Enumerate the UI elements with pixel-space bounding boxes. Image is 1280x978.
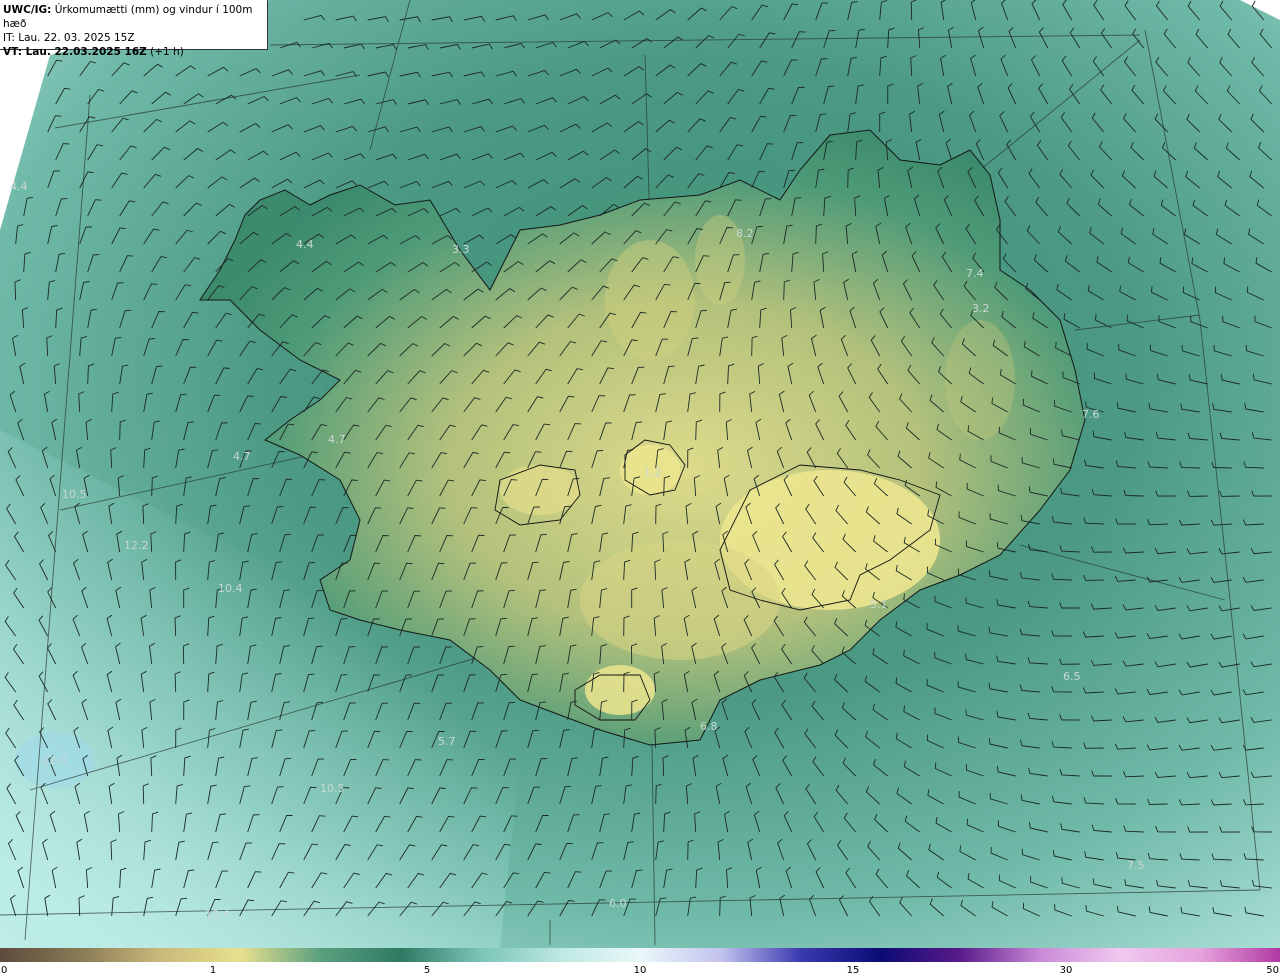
map-label: 3.3 xyxy=(452,243,470,256)
colorbar-tick: 1 xyxy=(209,965,217,976)
map-label: 12.0 xyxy=(42,754,67,767)
map-label: 5.7 xyxy=(438,735,456,748)
valid-offset: (+1 h) xyxy=(150,46,184,58)
model-name: UWC/IG: xyxy=(3,4,52,16)
map-label: 8.2 xyxy=(736,227,754,240)
colorbar-tick: 5 xyxy=(423,965,431,976)
map-label: 4.4 xyxy=(296,238,314,251)
colorbar-tick: 50 xyxy=(1266,965,1279,976)
issue-time: IT: Lau. 22. 03. 2025 15Z xyxy=(3,32,135,44)
map-label: 10.5 xyxy=(320,782,345,795)
map-label: 1.2 xyxy=(644,466,662,479)
map-label: 7.6 xyxy=(1082,408,1100,421)
map-label: 6.0 xyxy=(609,897,627,910)
map-label: 6.8 xyxy=(700,720,718,733)
colorbar-tick: 0 xyxy=(1,965,8,976)
map-label: 10.4 xyxy=(218,582,243,595)
colorbar-tick: 15 xyxy=(846,965,860,976)
map-label: 4.4 xyxy=(10,180,28,193)
colorbar-tick: 10 xyxy=(633,965,647,976)
map-label: 4.7 xyxy=(233,450,251,463)
colorbar-legend: 0 1 5 10 15 30 50 xyxy=(0,948,1280,978)
colorbar xyxy=(0,948,1280,962)
map-label: 12.2 xyxy=(124,539,149,552)
map-info-box: UWC/IG: Úrkomumætti (mm) og vindur í 100… xyxy=(0,0,268,58)
map-label: 7.4 xyxy=(966,267,984,280)
map-label: 10.4 xyxy=(205,908,230,921)
map-label: 5.1 xyxy=(870,598,888,611)
colorbar-tick: 30 xyxy=(1059,965,1073,976)
map-label: 3.2 xyxy=(972,302,990,315)
valid-time: VT: Lau. 22.03.2025 16Z xyxy=(3,46,147,58)
forecast-map[interactable]: 4.4 4.4 3.3 8.2 7.4 3.2 7.6 4.7 4.7 10.5… xyxy=(0,0,1280,948)
map-label: 7.5 xyxy=(1127,859,1145,872)
map-label: 10.5 xyxy=(62,488,87,501)
map-label: 6.5 xyxy=(1063,670,1081,683)
map-label: 4.7 xyxy=(328,433,346,446)
